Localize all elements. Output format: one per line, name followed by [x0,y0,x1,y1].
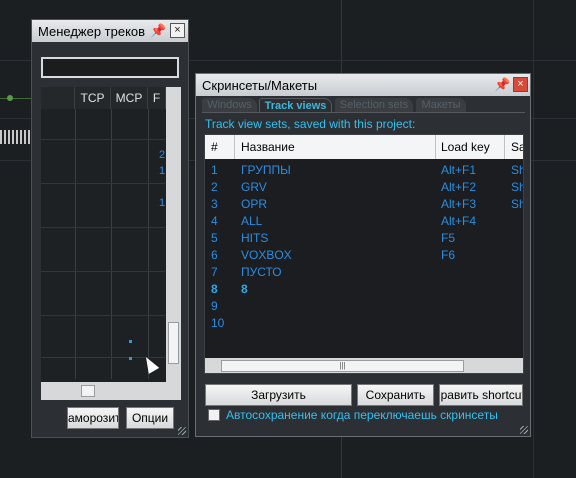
window-title: Менеджер треков [38,24,146,39]
row-name: GRV [241,180,267,194]
column-header-mcp[interactable]: MCP [111,87,148,109]
list-caption: Track view sets, saved with this project… [205,117,416,131]
row-name: ГРУППЫ [241,163,291,177]
grid-row-line [41,139,165,140]
window-title: Скринсеты/Макеты [202,78,318,93]
visibility-dot[interactable] [129,357,132,360]
horizontal-scrollbar[interactable] [41,382,181,400]
table-row[interactable]: 2 GRV Alt+F2 Sh [205,179,523,196]
tab-track-views[interactable]: Track views [259,98,332,113]
column-separator[interactable] [234,135,235,159]
table-row[interactable]: 4 ALL Alt+F4 [205,213,523,230]
row-save: Sh [511,163,523,177]
row-number: 8 [211,282,218,296]
grid-line [533,0,534,478]
row-name: ПУСТО [241,265,282,279]
grid-row-line [41,227,165,228]
visibility-dot[interactable] [129,340,132,343]
row-load-key: Alt+F1 [441,163,477,177]
row-save: Sh [511,197,523,211]
vertical-scrollbar[interactable] [166,87,181,382]
track-manager-titlebar[interactable]: Менеджер треков 📌 × [32,20,188,42]
table-row[interactable]: 3 OPR Alt+F3 Sh [205,196,523,213]
track-cell-value: 1 [159,197,166,209]
table-row[interactable]: 10 [205,315,523,332]
grid-row-line [41,271,165,272]
scroll-thumb[interactable]: ||| [221,360,464,372]
column-header-name[interactable] [41,87,75,109]
load-button[interactable]: Загрузить [205,384,352,406]
row-name: ALL [241,214,263,228]
save-button[interactable]: Сохранить [357,384,434,406]
scroll-thumb[interactable] [168,322,179,364]
horizontal-scrollbar[interactable]: ||| [205,358,523,373]
column-header-save[interactable]: Sa [511,140,523,154]
tab-layouts[interactable]: Макеты [416,98,466,113]
scroll-thumb[interactable] [81,385,95,397]
edit-shortcuts-button[interactable]: Править shortcuts [439,384,523,406]
autosave-label[interactable]: Автосохранение когда переключаешь скринс… [226,408,498,422]
table-row[interactable]: 88 [205,281,523,298]
row-save: Sh [511,180,523,194]
track-manager-window: Менеджер треков 📌 × TCP MCP F 2 1 1 амор… [31,19,189,438]
close-icon[interactable]: × [170,23,185,38]
track-cell-value: 1 [159,165,166,177]
row-number: 3 [211,197,218,211]
row-number: 4 [211,214,218,228]
table-header: # Название Load key Sa [205,135,523,159]
column-header-name[interactable]: Название [241,140,295,154]
screensets-window: Скринсеты/Макеты 📌 × Windows Track views… [195,73,531,437]
resize-grip-icon[interactable] [178,427,186,435]
tab-windows[interactable]: Windows [202,98,257,113]
column-header-f[interactable]: F [148,87,166,109]
envelope-point[interactable] [7,95,13,101]
table-row[interactable]: 7 ПУСТО [205,264,523,281]
row-number: 10 [211,316,225,330]
row-number: 2 [211,180,218,194]
tab-divider [202,112,525,113]
resize-grip-icon[interactable] [520,426,528,434]
row-number: 5 [211,231,218,245]
table-row[interactable]: 6 VOXBOX F6 [205,247,523,264]
row-name: HITS [241,231,269,245]
row-load-key: Alt+F2 [441,180,477,194]
row-load-key: F5 [441,231,456,245]
row-name: VOXBOX [241,248,292,262]
table-row[interactable]: 1 ГРУППЫ Alt+F1 Sh [205,162,523,179]
grid-divider [75,109,76,379]
options-button[interactable]: Опции [126,407,174,429]
waveform-snippet [0,130,34,144]
grid-row-line [41,183,165,184]
track-grid[interactable]: TCP MCP F 2 1 1 [41,87,181,400]
track-cell-value: 2 [159,149,166,161]
grid-divider [148,109,149,379]
row-load-key: Alt+F4 [441,214,477,228]
table-row[interactable]: 9 [205,298,523,315]
column-separator[interactable] [435,135,436,159]
column-header-num[interactable]: # [211,140,218,154]
search-input[interactable] [41,57,179,78]
pin-icon[interactable]: 📌 [494,77,510,93]
close-icon[interactable]: × [513,77,528,92]
pin-icon[interactable]: 📌 [150,23,166,39]
table-row[interactable]: 5 HITS F5 [205,230,523,247]
freeze-button[interactable]: аморозит [67,407,119,429]
column-header-tcp[interactable]: TCP [75,87,111,109]
row-load-key: Alt+F3 [441,197,477,211]
row-number: 9 [211,299,218,313]
grid-divider [111,109,112,379]
column-separator[interactable] [504,135,505,159]
row-load-key: F6 [441,248,456,262]
row-number: 6 [211,248,218,262]
row-name: 8 [241,282,248,296]
row-number: 1 [211,163,218,177]
column-header-load-key[interactable]: Load key [441,140,490,154]
grid-row-line [41,315,165,316]
screensets-titlebar[interactable]: Скринсеты/Макеты 📌 × [196,74,530,96]
row-name: OPR [241,197,268,211]
autosave-checkbox[interactable] [208,409,220,421]
tab-selection-sets[interactable]: Selection sets [335,98,413,113]
row-number: 7 [211,265,218,279]
track-views-table: # Название Load key Sa 1 ГРУППЫ Alt+F1 Sh 2 G… [204,134,524,374]
